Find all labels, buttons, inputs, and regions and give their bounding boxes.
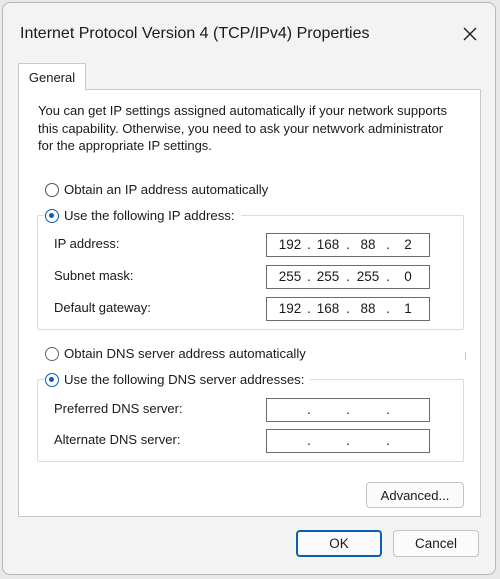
use-following-dns-label: Use the following DNS server addresses: [64, 372, 305, 387]
octet-separator: . [346, 269, 350, 284]
octet-separator: . [386, 402, 390, 417]
subnet-mask-label: Subnet mask: [54, 268, 134, 283]
octet-separator: . [307, 237, 311, 252]
cancel-button[interactable]: Cancel [393, 530, 479, 557]
tab-general-label: General [28, 69, 76, 85]
octet-separator: . [346, 433, 350, 448]
subnet-mask-octet-3: 255 [356, 269, 380, 284]
advanced-button-label: Advanced... [380, 487, 450, 503]
divider-tick [465, 352, 466, 360]
subnet-mask-input[interactable]: 255 . 255 . 255 . 0 [266, 265, 430, 289]
ip-address-octet-1: 192 [278, 237, 302, 252]
cancel-button-label: Cancel [414, 536, 458, 551]
default-gateway-octet-4: 1 [404, 301, 412, 316]
title-bar: Internet Protocol Version 4 (TCP/IPv4) P… [3, 3, 495, 63]
description-text: You can get IP settings assigned automat… [38, 103, 448, 153]
octet-separator: . [307, 269, 311, 284]
obtain-dns-auto-radio[interactable]: Obtain DNS server address automatically [45, 346, 312, 361]
obtain-ip-auto-label: Obtain an IP address automatically [64, 182, 269, 197]
ok-button[interactable]: OK [296, 530, 382, 557]
alternate-dns-label: Alternate DNS server: [54, 432, 181, 447]
ok-button-label: OK [329, 536, 349, 551]
preferred-dns-input[interactable]: . . . [266, 398, 430, 422]
advanced-button[interactable]: Advanced... [366, 482, 464, 508]
default-gateway-input[interactable]: 192 . 168 . 88 . 1 [266, 297, 430, 321]
radio-checked-icon [45, 208, 59, 223]
subnet-mask-octet-4: 0 [404, 269, 412, 284]
use-following-ip-label: Use the following IP address: [64, 208, 235, 223]
window-title: Internet Protocol Version 4 (TCP/IPv4) P… [20, 25, 370, 42]
tab-general[interactable]: General [18, 63, 86, 90]
ip-address-octet-4: 2 [404, 237, 412, 252]
general-panel: You can get IP settings assigned automat… [18, 89, 481, 517]
subnet-mask-octet-2: 255 [316, 269, 340, 284]
obtain-dns-auto-label: Obtain DNS server address automatically [64, 346, 306, 361]
octet-separator: . [346, 301, 350, 316]
ip-address-label: IP address: [54, 236, 120, 251]
octet-separator: . [307, 402, 311, 417]
octet-separator: . [307, 301, 311, 316]
octet-separator: . [346, 402, 350, 417]
dns-server-group: Preferred DNS server: . . . Alternate DN… [37, 379, 464, 462]
subnet-mask-octet-1: 255 [278, 269, 302, 284]
octet-separator: . [346, 237, 350, 252]
ip-address-octet-3: 88 [360, 237, 376, 252]
default-gateway-octet-1: 192 [278, 301, 302, 316]
use-following-dns-radio[interactable]: Use the following DNS server addresses: [45, 372, 311, 387]
octet-separator: . [386, 237, 390, 252]
use-following-ip-radio[interactable]: Use the following IP address: [45, 208, 241, 223]
ip-address-group: IP address: 192 . 168 . 88 . 2 Subnet ma… [37, 215, 464, 330]
octet-separator: . [386, 433, 390, 448]
radio-unchecked-icon [45, 346, 59, 361]
default-gateway-octet-3: 88 [360, 301, 376, 316]
close-button[interactable] [455, 19, 485, 49]
obtain-ip-auto-radio[interactable]: Obtain an IP address automatically [45, 182, 275, 197]
default-gateway-label: Default gateway: [54, 300, 151, 315]
alternate-dns-input[interactable]: . . . [266, 429, 430, 453]
default-gateway-octet-2: 168 [316, 301, 340, 316]
octet-separator: . [386, 301, 390, 316]
properties-dialog: Internet Protocol Version 4 (TCP/IPv4) P… [2, 2, 496, 575]
ip-address-input[interactable]: 192 . 168 . 88 . 2 [266, 233, 430, 257]
radio-checked-icon [45, 372, 59, 387]
close-icon [463, 27, 477, 41]
octet-separator: . [307, 433, 311, 448]
ip-address-octet-2: 168 [316, 237, 340, 252]
preferred-dns-label: Preferred DNS server: [54, 401, 183, 416]
octet-separator: . [386, 269, 390, 284]
radio-unchecked-icon [45, 182, 59, 197]
